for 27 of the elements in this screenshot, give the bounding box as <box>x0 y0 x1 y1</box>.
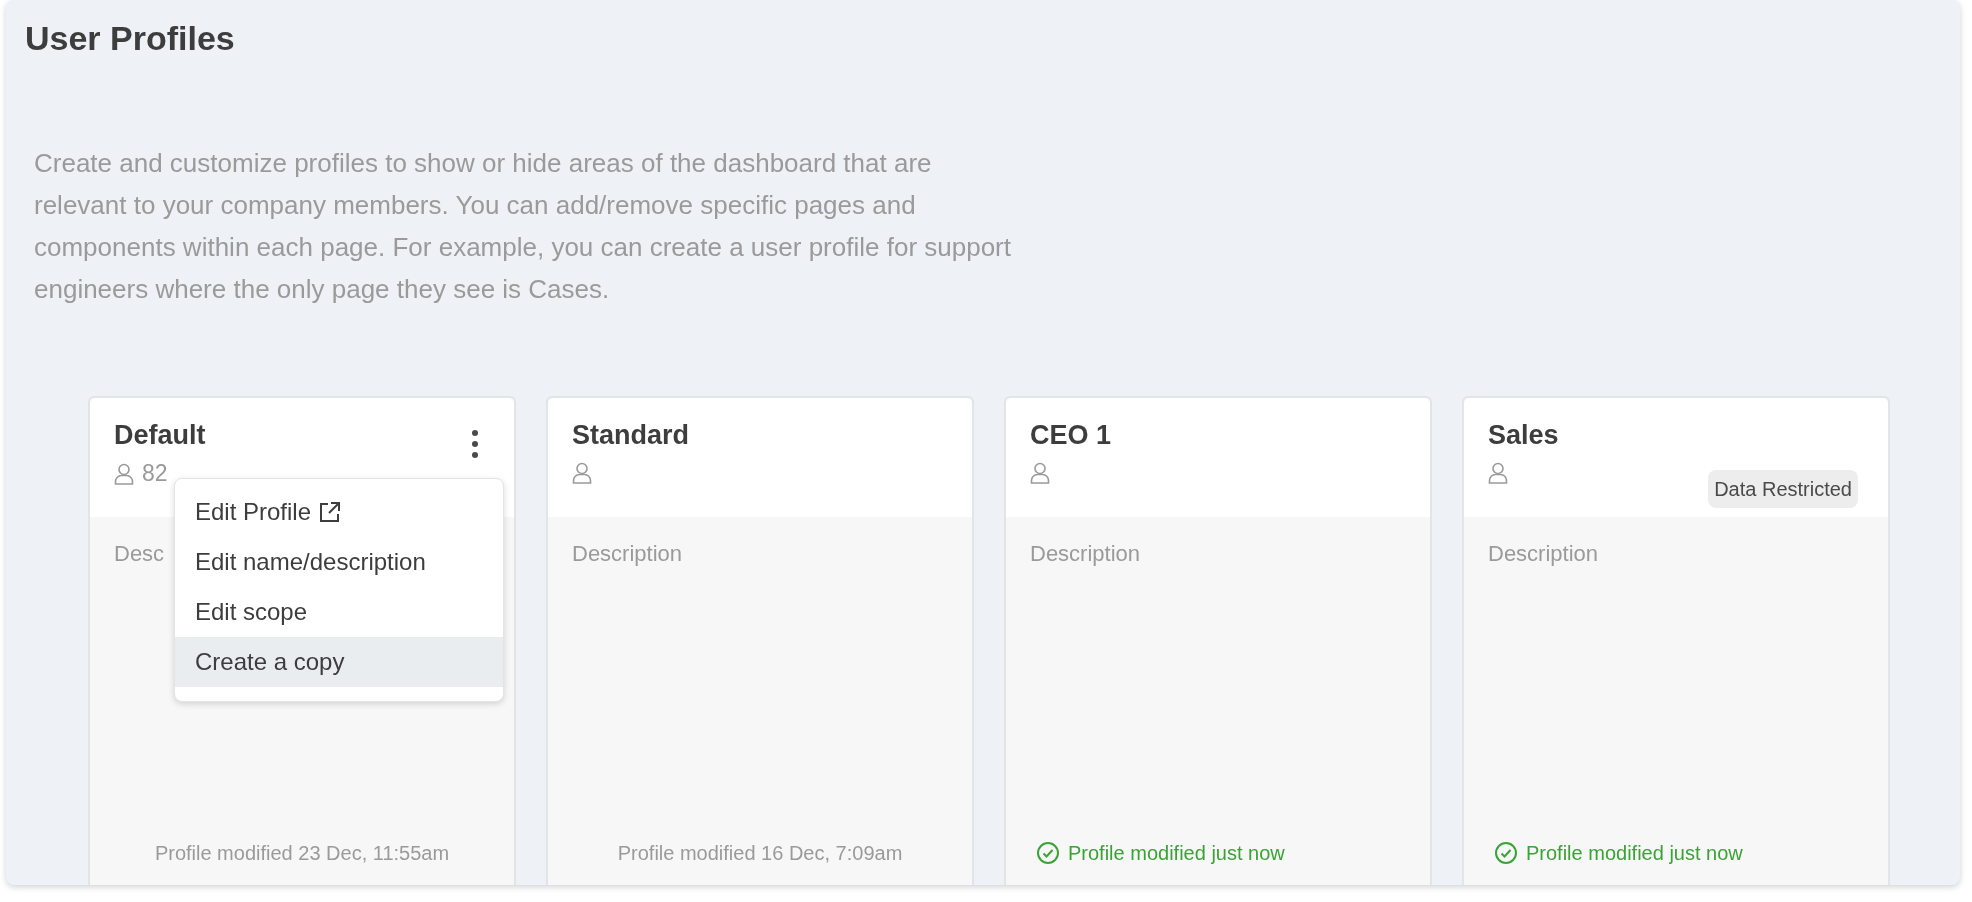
page-title: User Profiles <box>25 18 236 59</box>
check-circle-icon <box>1036 841 1060 865</box>
profile-description: Description <box>1030 540 1141 568</box>
profile-name: CEO 1 <box>1030 419 1112 452</box>
user-icon <box>1030 462 1050 484</box>
profile-description: Description <box>1488 540 1599 568</box>
modified-status: Profile modified 16 Dec, 7:09am <box>617 841 903 866</box>
profile-name: Sales <box>1488 419 1559 452</box>
menu-item[interactable]: Create a copy <box>175 637 503 687</box>
modified-status: Profile modified just now <box>1068 841 1285 866</box>
modified-status: Profile modified 23 Dec, 11:55am <box>154 841 450 866</box>
profile-description: Description <box>572 540 683 568</box>
user-icon <box>114 462 134 485</box>
data-restricted-badge: Data Restricted <box>1708 470 1858 508</box>
user-icon <box>1488 462 1508 484</box>
menu-item[interactable]: Edit Profile <box>175 487 503 537</box>
profile-description: Desc <box>114 540 165 568</box>
menu-item[interactable]: Edit name/description <box>175 537 503 587</box>
more-menu-button[interactable] <box>470 430 480 458</box>
check-circle-icon <box>1494 841 1518 865</box>
user-icon <box>572 462 592 484</box>
modified-status: Profile modified just now <box>1526 841 1743 866</box>
menu-item[interactable]: Edit scope <box>175 587 503 637</box>
profile-name: Standard <box>572 419 690 452</box>
user-count: 82 <box>142 462 168 485</box>
intro-text: Create and customize profiles to show or hide areas of the dashboard that are relevant to your company members. You can add/remove specific pages and components within each page. For example, you can create a user profile for support engineers where the only page they see is Cases. <box>34 147 1012 306</box>
profile-name: Default <box>114 419 206 452</box>
